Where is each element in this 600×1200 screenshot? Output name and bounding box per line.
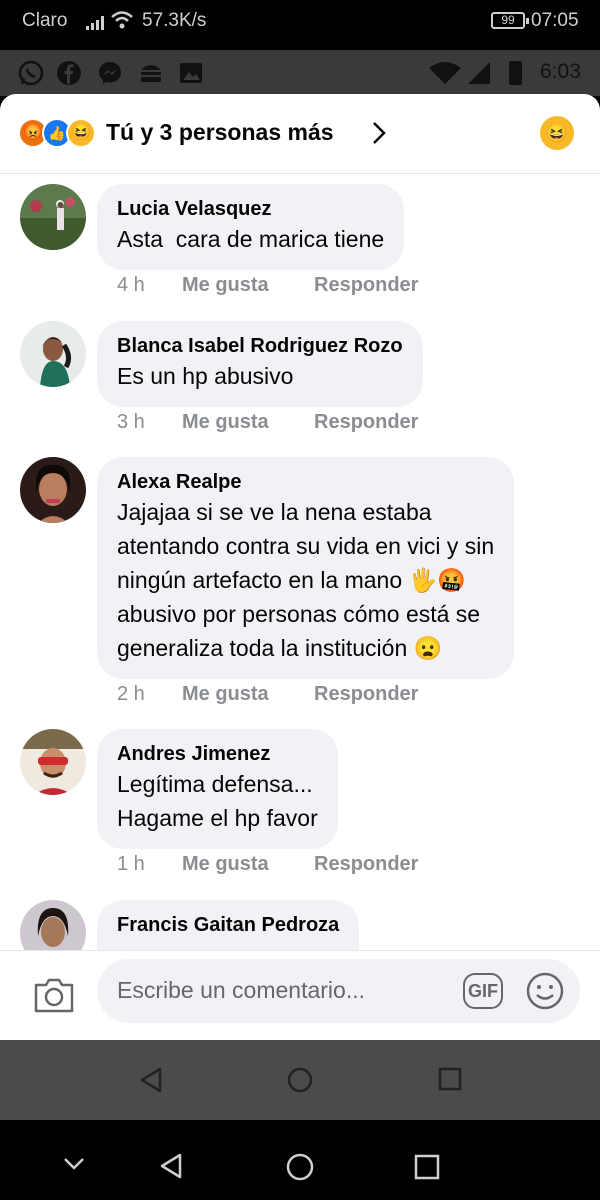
- comment-author[interactable]: Lucia Velasquez: [117, 196, 384, 222]
- comment-bubble[interactable]: Blanca Isabel Rodriguez Rozo Es un hp ab…: [97, 321, 423, 407]
- app-status-bar: 6:03: [0, 50, 600, 96]
- comment-bubble[interactable]: Lucia Velasquez Asta cara de marica tien…: [97, 184, 405, 270]
- comment-input[interactable]: Escribe un comentario... GIF: [97, 959, 580, 1023]
- back-icon[interactable]: [138, 1066, 164, 1094]
- comment-text: Asta cara de marica tiene: [117, 226, 385, 252]
- comment-input-placeholder: Escribe un comentario...: [117, 977, 366, 1003]
- clock: 6:03: [540, 60, 581, 83]
- system-status-bar: Claro 57.3K/s 99 07:05: [0, 0, 600, 50]
- comment-composer: Escribe un comentario... GIF: [0, 950, 600, 1040]
- like-button[interactable]: Me gusta: [182, 683, 314, 706]
- like-button[interactable]: Me gusta: [182, 274, 314, 297]
- haha-reaction-icon: 😆: [66, 118, 96, 148]
- app-navigation-bar: [0, 1040, 600, 1120]
- messenger-icon: [99, 62, 121, 84]
- avatar[interactable]: [20, 900, 86, 950]
- battery-icon: [509, 61, 522, 85]
- comment-time[interactable]: 3 h: [117, 411, 182, 434]
- reply-button[interactable]: Responder: [314, 853, 418, 876]
- comment-actions: 3 h Me gusta Responder: [117, 411, 418, 434]
- comment-actions: 4 h Me gusta Responder: [117, 274, 418, 297]
- system-navigation-bar: [0, 1120, 600, 1200]
- avatar[interactable]: [20, 729, 86, 795]
- comments-list: Lucia Velasquez Asta cara de marica tien…: [0, 174, 600, 950]
- comment-bubble[interactable]: Andres Jimenez Legítima defensa... Hagam…: [97, 729, 338, 849]
- facebook-icon: [57, 61, 81, 85]
- comment-actions: 1 h Me gusta Responder: [117, 853, 418, 876]
- reply-button[interactable]: Responder: [314, 411, 418, 434]
- camera-icon[interactable]: [32, 975, 76, 1015]
- comment-author[interactable]: Blanca Isabel Rodriguez Rozo: [117, 333, 403, 359]
- wifi-icon: [429, 62, 461, 84]
- reactions-header[interactable]: 😡 👍 😆 Tú y 3 personas más 😆: [0, 94, 600, 174]
- my-reaction-button[interactable]: 😆: [540, 116, 574, 150]
- emoji-icon[interactable]: [525, 971, 565, 1011]
- gif-button[interactable]: GIF: [463, 973, 503, 1009]
- comment-time[interactable]: 1 h: [117, 853, 182, 876]
- comment-actions: 2 h Me gusta Responder: [117, 683, 418, 706]
- recents-icon[interactable]: [438, 1067, 462, 1091]
- comment-author[interactable]: Andres Jimenez: [117, 741, 318, 767]
- comment-time[interactable]: 4 h: [117, 274, 182, 297]
- avatar[interactable]: [20, 457, 86, 523]
- comment-time[interactable]: 2 h: [117, 683, 182, 706]
- reply-button[interactable]: Responder: [314, 274, 418, 297]
- like-button[interactable]: Me gusta: [182, 853, 314, 876]
- reaction-icons: 😡 👍 😆: [18, 118, 108, 148]
- signal-icon: [468, 62, 490, 84]
- comments-sheet: 😡 👍 😆 Tú y 3 personas más 😆 Lucia Velasq…: [0, 94, 600, 1040]
- recents-icon[interactable]: [414, 1154, 440, 1180]
- chevron-down-icon[interactable]: [62, 1156, 86, 1172]
- gallery-icon: [180, 63, 202, 83]
- reactions-summary[interactable]: Tú y 3 personas más: [106, 119, 334, 146]
- chevron-right-icon[interactable]: [369, 120, 389, 146]
- comment-text: Es un hp abusivo: [117, 363, 294, 389]
- avatar[interactable]: [20, 184, 86, 250]
- comment-text: Legítima defensa... Hagame el hp favor: [117, 771, 318, 831]
- network-speed: 57.3K/s: [142, 10, 207, 31]
- whatsapp-icon: [18, 60, 44, 86]
- home-icon[interactable]: [286, 1066, 314, 1094]
- comment-bubble[interactable]: Alexa Realpe Jajajaa si se ve la nena es…: [97, 457, 515, 679]
- signal-icon: [86, 16, 104, 30]
- burger-icon: [141, 65, 161, 82]
- carrier-label: Claro: [22, 10, 68, 31]
- avatar[interactable]: [20, 321, 86, 387]
- comment-author[interactable]: Alexa Realpe: [117, 469, 494, 495]
- back-icon[interactable]: [158, 1152, 184, 1180]
- wifi-icon: [111, 11, 133, 29]
- comment-bubble[interactable]: Francis Gaitan Pedroza: [97, 900, 360, 950]
- home-icon[interactable]: [285, 1152, 315, 1182]
- reply-button[interactable]: Responder: [314, 683, 418, 706]
- clock: 07:05: [531, 10, 579, 31]
- like-button[interactable]: Me gusta: [182, 411, 314, 434]
- comment-text: Jajajaa si se ve la nena estaba atentand…: [117, 499, 495, 661]
- battery-indicator: 99: [491, 12, 529, 29]
- comment-author[interactable]: Francis Gaitan Pedroza: [117, 912, 339, 938]
